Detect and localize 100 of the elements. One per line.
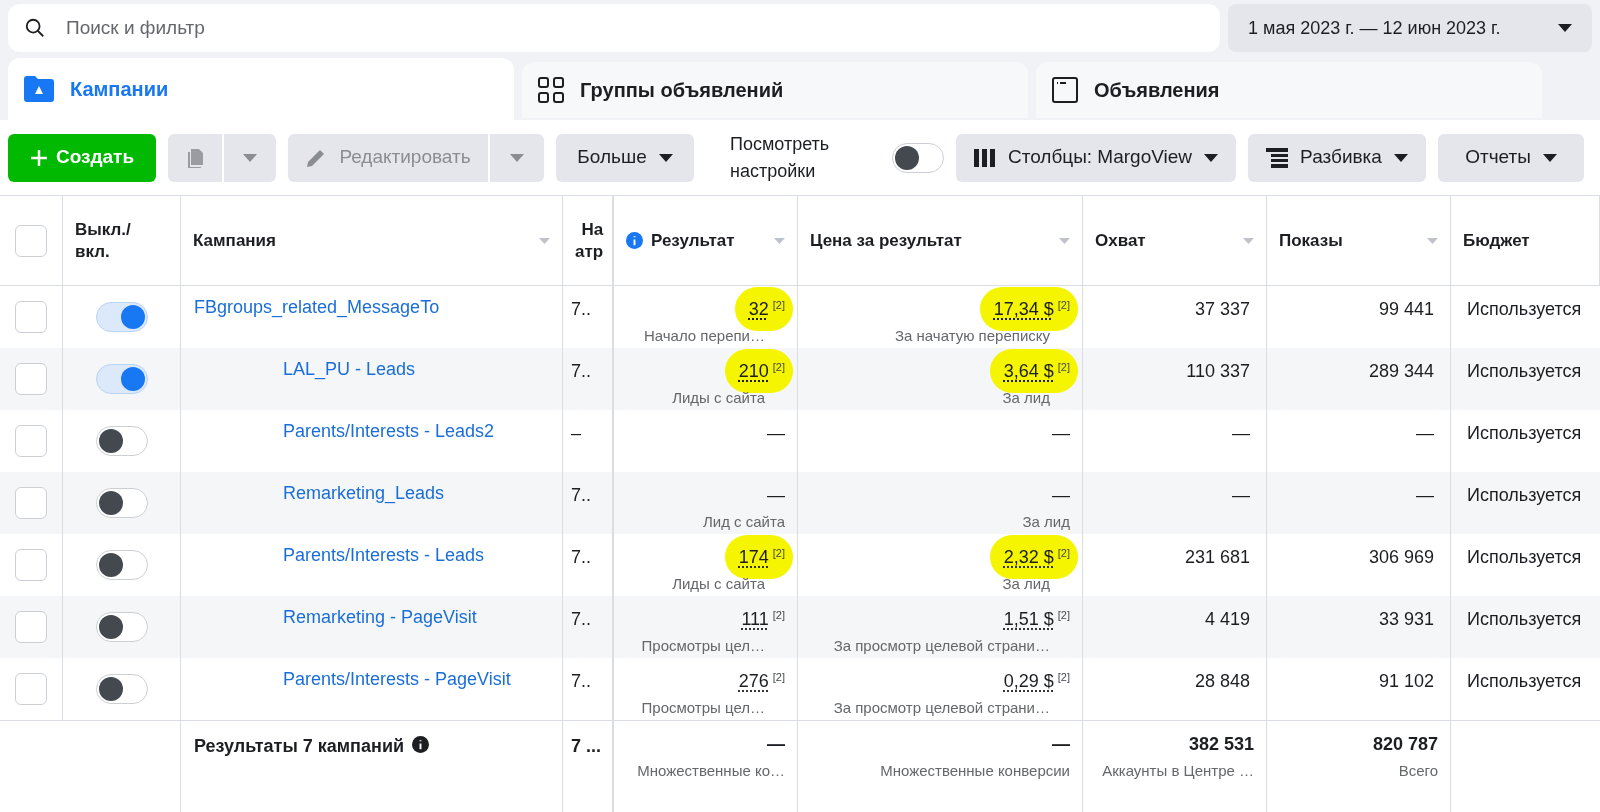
campaign-link[interactable]: Remarketing - PageVisit (283, 607, 477, 627)
checkbox[interactable] (15, 673, 47, 705)
duplicate-button[interactable] (168, 133, 222, 182)
footnote-mark: [2] (1057, 298, 1070, 313)
sort-icon[interactable] (774, 237, 785, 244)
checkbox[interactable] (15, 301, 47, 333)
dropdown-button[interactable] (224, 133, 276, 182)
table-cell-text: 231 681 (1184, 546, 1250, 569)
columns-button[interactable]: Столбцы: MargoView (956, 133, 1236, 182)
toggle-switch[interactable] (95, 302, 148, 332)
table-cell-text: — (1416, 484, 1434, 507)
table-cell: Используется (1467, 609, 1582, 629)
sort-icon[interactable] (1427, 237, 1438, 244)
table-cell: – (571, 423, 581, 443)
metric-value: — (767, 484, 785, 507)
plus-icon (29, 148, 48, 167)
table-cell-text: 91 102 (1378, 670, 1434, 693)
toggle-switch[interactable] (95, 426, 148, 456)
table-cell-text: — (1416, 422, 1434, 445)
reports-button[interactable]: Отчеты (1438, 133, 1584, 182)
table-cell-text: 33 931 (1378, 608, 1434, 631)
toggle-switch[interactable] (95, 364, 148, 394)
table-cell: 7.. (571, 485, 591, 505)
caret-icon (243, 153, 257, 162)
sort-icon[interactable] (1059, 237, 1070, 244)
checkbox[interactable] (15, 611, 47, 643)
tab[interactable]: Объявления (1036, 62, 1542, 118)
checkbox[interactable] (15, 487, 47, 519)
table-cell-text: 37 337 (1194, 298, 1250, 321)
caret-icon (1204, 153, 1219, 162)
column-header[interactable]: На атр (575, 218, 604, 263)
grid-icon (538, 77, 564, 103)
metric-value: 276 (738, 670, 769, 693)
campaign-link[interactable]: Parents/Interests - Leads (283, 545, 485, 565)
window-icon (1052, 77, 1078, 103)
metric-value: 32 (748, 298, 769, 321)
sort-icon[interactable] (539, 237, 550, 244)
campaign-link[interactable]: LAL_PU - Leads (283, 359, 416, 379)
column-header[interactable]: Кампания (193, 229, 531, 252)
table-cell: 7.. (571, 609, 591, 629)
footnote-mark: [2] (772, 546, 785, 561)
toggle-switch[interactable] (95, 488, 148, 518)
table-cell: Используется (1467, 485, 1582, 505)
column-header[interactable]: Бюджет (1463, 229, 1587, 252)
date-range-dropdown[interactable]: 1 мая 2023 г. — 12 июн 2023 г. (1228, 4, 1592, 52)
footnote-mark: [2] (1057, 360, 1070, 375)
toggle-switch[interactable] (95, 550, 148, 580)
table-cell: Используется (1467, 299, 1582, 319)
checkbox[interactable] (15, 224, 47, 257)
metric-label: Лиды с сайта (672, 388, 766, 408)
campaign-link[interactable]: FBgroups_related_MessageTo (194, 297, 440, 317)
view-settings-label: Посмотреть настройки (730, 132, 831, 183)
metric-value: 174 (738, 546, 769, 569)
caret-icon (658, 153, 673, 162)
metric-value: — (767, 422, 785, 445)
metric-label: За лид (1022, 512, 1070, 532)
campaign-link[interactable]: Parents/Interests - PageVisit (283, 669, 511, 689)
metric-value: 1,51 $ (1003, 608, 1054, 631)
footnote-mark: [2] (772, 360, 785, 375)
column-header[interactable]: Цена за результат (810, 229, 1051, 252)
checkbox[interactable] (15, 425, 47, 457)
table-cell-text: 306 969 (1368, 546, 1434, 569)
metric-label: За просмотр целевой страни… (833, 636, 1051, 656)
table-cell: 7 ... (571, 736, 601, 756)
metric-value: — (1052, 484, 1070, 507)
campaign-link[interactable]: Remarketing_Leads (283, 483, 445, 503)
footnote-mark: [2] (772, 298, 785, 313)
metric-label: Множественные конверсии (880, 761, 1070, 781)
column-header[interactable]: Выкл./ вкл. (75, 218, 168, 263)
metric-label: За просмотр целевой страни… (833, 698, 1051, 718)
table-cell-text: — (1232, 422, 1250, 445)
table-cell-text: 4 419 (1204, 608, 1250, 631)
column-header[interactable]: Показы (1279, 229, 1419, 252)
checkbox[interactable] (15, 363, 47, 395)
table-cell-text: 110 337 (1186, 360, 1250, 383)
dropdown-button[interactable] (490, 133, 544, 182)
tab[interactable]: Группы объявлений (522, 62, 1028, 118)
column-header[interactable]: Результат (651, 229, 766, 252)
tab[interactable]: Кампании (8, 58, 514, 120)
metric-value: 210 (738, 360, 769, 383)
search-field[interactable]: Поиск и фильтр (8, 4, 1220, 52)
table-cell: 7.. (571, 671, 591, 691)
metric-label: Начало перепи… (643, 326, 766, 346)
footnote-mark: [2] (1057, 546, 1070, 561)
metric-label: Просмотры цел… (641, 698, 766, 718)
breakdown-button[interactable]: Разбивка (1248, 133, 1426, 182)
footnote-mark: [2] (772, 670, 785, 685)
metric-value: 3,64 $ (1003, 360, 1054, 383)
metric-label: За лид (1002, 574, 1051, 594)
toggle-switch[interactable] (95, 612, 148, 642)
toggle-switch[interactable] (95, 674, 148, 704)
more-button[interactable]: Больше (556, 133, 694, 182)
checkbox[interactable] (15, 549, 47, 581)
metric-value: 382 531 (1188, 733, 1254, 756)
table-cell-text: — (1232, 484, 1250, 507)
metric-value: 820 787 (1372, 733, 1438, 756)
metric-value: 111 (741, 608, 769, 631)
column-header[interactable]: Охват (1095, 229, 1235, 252)
sort-icon[interactable] (1243, 237, 1254, 244)
campaign-link[interactable]: Parents/Interests - Leads2 (283, 421, 495, 441)
